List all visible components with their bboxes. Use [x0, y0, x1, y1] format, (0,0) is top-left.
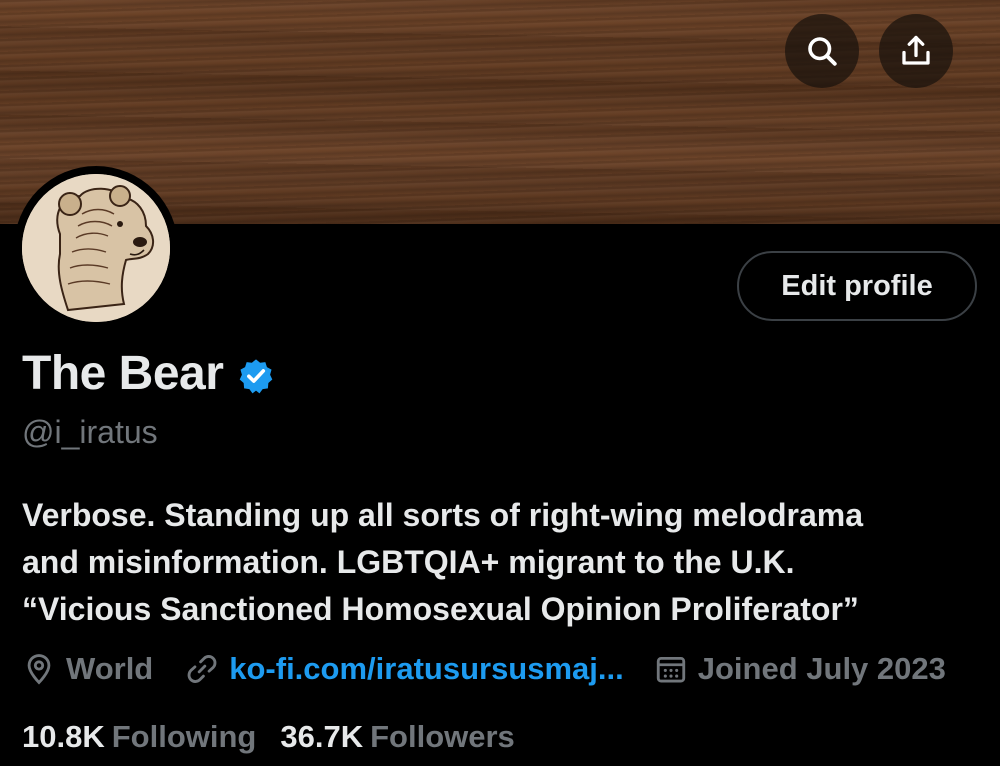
join-date: Joined July 2023 — [654, 651, 946, 687]
followers-label: Followers — [370, 719, 515, 754]
profile-stats: 10.8K Following 36.7K Followers — [22, 719, 515, 755]
bio-line: Verbose. Standing up all sorts of right-… — [22, 497, 863, 533]
location-text: World — [66, 651, 154, 686]
following-link[interactable]: 10.8K Following — [22, 719, 256, 755]
bear-avatar-image — [22, 174, 170, 322]
location-pin-icon — [27, 654, 51, 685]
location: World — [22, 651, 153, 687]
website-link[interactable]: ko-fi.com/iratusursusmaj... — [185, 651, 624, 687]
share-button[interactable] — [879, 14, 953, 88]
website-text[interactable]: ko-fi.com/iratusursusmaj... — [229, 651, 624, 687]
avatar[interactable] — [14, 166, 178, 330]
followers-count: 36.7K — [280, 719, 364, 754]
display-name: The Bear — [22, 347, 224, 400]
verified-badge-icon[interactable] — [237, 357, 275, 395]
profile-meta: World ko-fi.com/iratusursusmaj... Joined… — [22, 651, 946, 687]
profile-name-row: The Bear — [22, 346, 275, 401]
profile-bio: Verbose. Standing up all sorts of right-… — [22, 492, 982, 633]
link-icon — [187, 655, 217, 683]
following-count: 10.8K — [22, 719, 105, 754]
following-label: Following — [111, 719, 257, 754]
search-icon — [808, 37, 837, 66]
join-date-text: Joined July 2023 — [697, 651, 946, 686]
bio-line: “Vicious Sanctioned Homosexual Opinion P… — [22, 591, 859, 627]
followers-link[interactable]: 36.7K Followers — [280, 719, 514, 755]
search-button[interactable] — [785, 14, 859, 88]
share-icon — [902, 35, 930, 65]
calendar-icon — [656, 656, 685, 683]
edit-profile-button[interactable]: Edit profile — [737, 251, 977, 321]
bio-line: and misinformation. LGBTQIA+ migrant to … — [22, 544, 795, 580]
user-handle: @i_iratus — [22, 414, 158, 450]
